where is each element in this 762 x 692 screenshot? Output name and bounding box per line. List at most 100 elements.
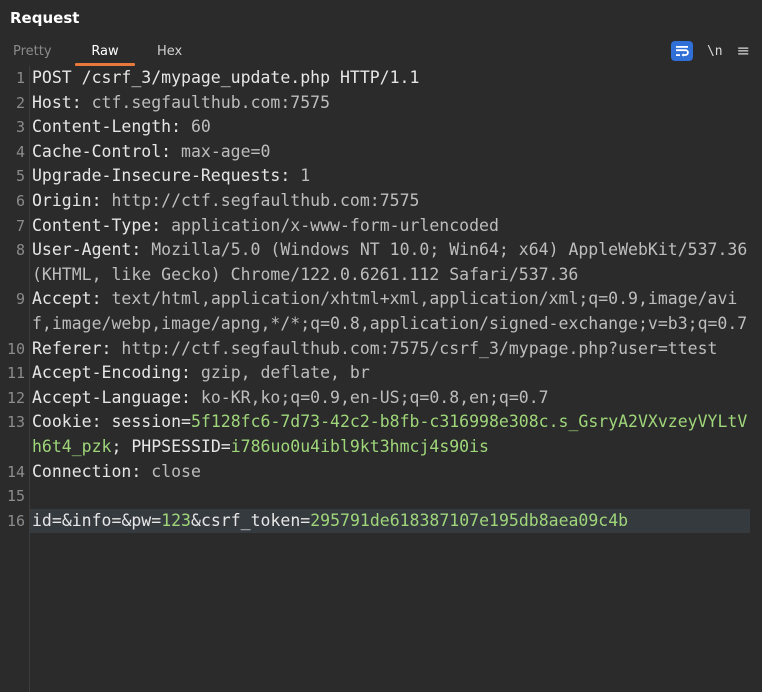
line-content: Content-Length: 60 bbox=[29, 115, 750, 140]
line-content: Upgrade-Insecure-Requests: 1 bbox=[29, 164, 750, 189]
line-number: 10 bbox=[6, 339, 25, 358]
header-key: User-Agent bbox=[32, 240, 132, 260]
line-content: id=&info=&pw=123&csrf_token=295791de6183… bbox=[29, 508, 750, 534]
line-number: 3 bbox=[15, 118, 25, 137]
line-number: 8 bbox=[15, 241, 25, 260]
cookie-name: PHPSESSID bbox=[131, 436, 221, 456]
header-separator: : bbox=[131, 461, 152, 481]
param-separator: & bbox=[191, 510, 201, 530]
header-key: Accept-Language bbox=[32, 387, 182, 407]
param-equals: = bbox=[151, 510, 162, 530]
header-key: Accept-Encoding bbox=[32, 363, 182, 383]
code-line: 9 Accept: text/html,application/xhtml+xml… bbox=[0, 287, 762, 336]
word-wrap-button[interactable] bbox=[670, 41, 693, 61]
header-key: Connection bbox=[32, 461, 132, 481]
header-value: ctf.segfaulthub.com:7575 bbox=[91, 92, 331, 112]
param-value: 295791de618387107e195db8aea09c4b bbox=[310, 510, 629, 530]
param-key: info bbox=[71, 510, 112, 530]
line-number: 1 bbox=[15, 69, 25, 87]
header-value: 60 bbox=[190, 117, 211, 137]
param-key: csrf_token bbox=[200, 510, 301, 530]
line-number: 11 bbox=[6, 364, 25, 383]
line-content: Connection: close bbox=[29, 460, 750, 485]
line-content: Accept-Language: ko-KR,ko;q=0.9,en-US;q=… bbox=[29, 386, 750, 411]
cookie-equals: = bbox=[181, 412, 191, 432]
header-key: Content-Type bbox=[32, 215, 152, 235]
editor-toolbar: \n ≡ bbox=[670, 40, 750, 62]
cookie-value: i786uo0u4ibl9kt3hmcj4s90is bbox=[230, 436, 489, 456]
word-wrap-icon bbox=[675, 46, 689, 57]
line-number: 9 bbox=[15, 290, 25, 309]
menu-icon[interactable]: ≡ bbox=[737, 43, 750, 59]
param-key: pw bbox=[131, 510, 152, 530]
line-content: User-Agent: Mozilla/5.0 (Windows NT 10.0… bbox=[29, 238, 750, 287]
line-number: 2 bbox=[15, 93, 25, 112]
header-separator: : bbox=[91, 289, 112, 309]
line-number: 14 bbox=[6, 462, 25, 481]
param-equals: = bbox=[111, 510, 122, 530]
header-separator: : bbox=[151, 215, 172, 235]
code-line: 5 Upgrade-Insecure-Requests: 1 bbox=[0, 164, 762, 189]
header-separator: : bbox=[181, 363, 201, 383]
panel-title: Request bbox=[10, 9, 80, 27]
line-number: 6 bbox=[15, 191, 25, 210]
header-separator: : bbox=[131, 240, 152, 260]
header-separator: : bbox=[161, 141, 182, 161]
tab-pretty[interactable]: Pretty bbox=[0, 40, 73, 65]
header-value: http://ctf.segfaulthub.com:7575 bbox=[111, 190, 420, 210]
header-value: max-age=0 bbox=[181, 141, 271, 161]
header-separator: : bbox=[181, 387, 201, 407]
line-content: Origin: http://ctf.segfaulthub.com:7575 bbox=[29, 189, 750, 214]
code-line: 16 id=&info=&pw=123&csrf_token=295791de61… bbox=[0, 508, 762, 534]
code-line: 1 POST /csrf_3/mypage_update.php HTTP/1.1 bbox=[0, 66, 762, 91]
line-number: 16 bbox=[6, 511, 25, 530]
line-content bbox=[29, 484, 750, 509]
line-number: 12 bbox=[6, 388, 25, 407]
header-separator: : bbox=[171, 117, 191, 137]
code-line: 7 Content-Type: application/x-www-form-ur… bbox=[0, 214, 762, 239]
line-number: 15 bbox=[6, 487, 25, 506]
tab-raw[interactable]: Raw bbox=[73, 40, 137, 66]
cookie-name: session bbox=[111, 412, 182, 432]
tab-hex[interactable]: Hex bbox=[137, 40, 182, 65]
cookie-separator: ; bbox=[111, 436, 132, 456]
header-value: 1 bbox=[300, 166, 311, 186]
line-content: POST /csrf_3/mypage_update.php HTTP/1.1 bbox=[29, 66, 750, 91]
header-separator: : bbox=[71, 92, 92, 112]
code-line: 3 Content-Length: 60 bbox=[0, 115, 762, 140]
code-line: 13 Cookie: session=5f128fc6-7d73-42c2-b8f… bbox=[0, 410, 762, 459]
line-content: Cache-Control: max-age=0 bbox=[29, 140, 750, 165]
header-key: Origin bbox=[32, 190, 92, 210]
param-equals: = bbox=[51, 510, 62, 530]
code-line: 12 Accept-Language: ko-KR,ko;q=0.9,en-US;… bbox=[0, 386, 762, 411]
cookie-equals: = bbox=[220, 436, 231, 456]
line-content: Accept-Encoding: gzip, deflate, br bbox=[29, 361, 750, 386]
view-tabs: Pretty Raw Hex bbox=[0, 40, 182, 66]
code-line: 8 User-Agent: Mozilla/5.0 (Windows NT 10.… bbox=[0, 238, 762, 287]
param-separator: & bbox=[121, 510, 132, 530]
code-line: 4 Cache-Control: max-age=0 bbox=[0, 140, 762, 165]
line-number: 4 bbox=[15, 142, 25, 161]
header-value: gzip, deflate, br bbox=[200, 363, 370, 383]
header-separator: : bbox=[91, 190, 112, 210]
line-content: Accept: text/html,application/xhtml+xml,… bbox=[29, 287, 750, 336]
code-line: 11 Accept-Encoding: gzip, deflate, br bbox=[0, 361, 762, 386]
raw-request-editor[interactable]: 1 POST /csrf_3/mypage_update.php HTTP/1.1… bbox=[0, 66, 762, 692]
header-separator: : bbox=[280, 166, 301, 186]
header-key: Content-Length bbox=[32, 117, 172, 137]
header-value: http://ctf.segfaulthub.com:7575/csrf_3/m… bbox=[121, 338, 718, 358]
code-line: 6 Origin: http://ctf.segfaulthub.com:7575 bbox=[0, 189, 762, 214]
param-separator: & bbox=[61, 510, 72, 530]
code-line: 14 Connection: close bbox=[0, 460, 762, 485]
request-panel: Request Pretty Raw Hex \n ≡ 1 POST /csrf_… bbox=[0, 0, 762, 692]
header-key: Referer bbox=[32, 338, 102, 358]
header-separator: : bbox=[91, 412, 112, 432]
param-key: id bbox=[32, 510, 52, 530]
header-key: Upgrade-Insecure-Requests bbox=[32, 166, 281, 186]
line-content: Host: ctf.segfaulthub.com:7575 bbox=[29, 91, 750, 116]
param-value: 123 bbox=[161, 510, 191, 530]
code-line: 15 bbox=[0, 484, 762, 509]
line-number: 13 bbox=[6, 413, 25, 432]
show-newlines-button[interactable]: \n bbox=[707, 44, 723, 59]
line-content: Cookie: session=5f128fc6-7d73-42c2-b8fb-… bbox=[29, 410, 750, 459]
